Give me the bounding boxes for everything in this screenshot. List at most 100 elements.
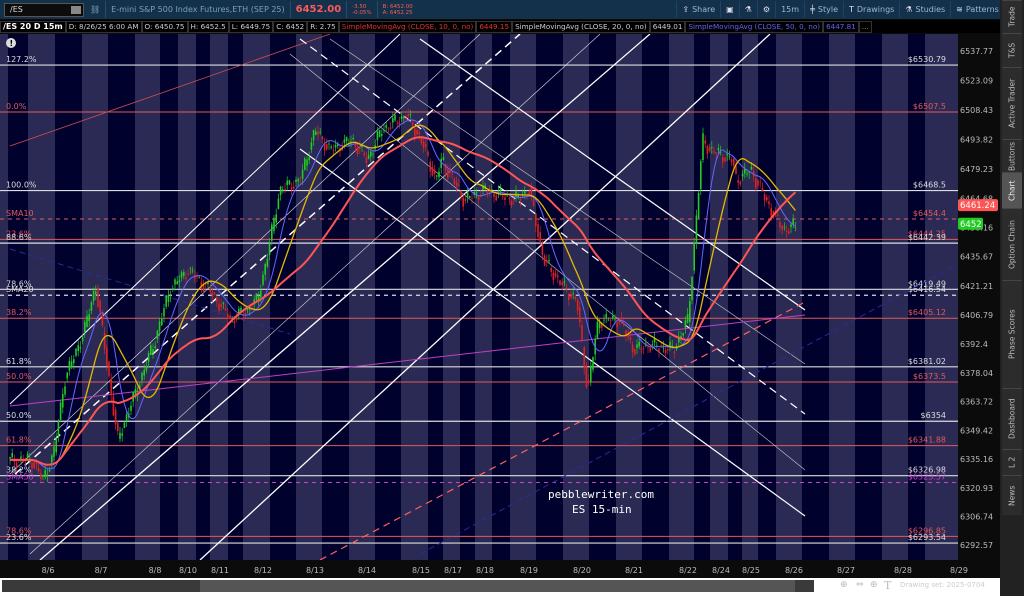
y-tick-label: 6479.23 [960, 165, 993, 174]
candle [561, 282, 563, 286]
candle [224, 308, 227, 311]
candle [266, 258, 269, 267]
candle [376, 131, 379, 141]
candle [35, 463, 38, 465]
candle [396, 122, 398, 124]
candle [306, 159, 308, 166]
price-chart[interactable]: 127.2% $6530.79 0.0% $6507.5 100.0% $6468.5 SM… [0, 34, 1000, 578]
text-t-icon[interactable]: T [884, 579, 891, 592]
tab-t-s[interactable]: T&S [1002, 33, 1022, 67]
share-button[interactable]: ⇪ Share [676, 1, 720, 18]
candle [499, 188, 502, 192]
candle [119, 432, 121, 439]
session-band [375, 34, 401, 560]
studies-button[interactable]: ⚗ Studies [899, 1, 950, 18]
candle [458, 184, 460, 186]
more-studies[interactable]: ... [858, 20, 872, 33]
symbol-selector[interactable]: /ES [4, 2, 84, 17]
candle [288, 180, 291, 185]
gear-icon: ⚙ [762, 5, 771, 14]
candle [191, 270, 194, 272]
candle [244, 313, 247, 315]
candle [409, 114, 412, 116]
candle [297, 178, 299, 182]
candle [414, 128, 416, 137]
tab-trade[interactable]: Trade [1002, 0, 1022, 33]
symbol-description: E-mini S&P 500 Index Futures,ETH (SEP 25… [111, 5, 285, 14]
drawings-button[interactable]: T Drawings [842, 1, 899, 18]
candle [317, 131, 319, 135]
level-left-label: 61.8% [6, 357, 32, 366]
level-right-label: $6381.02 [908, 357, 946, 366]
session-band [855, 34, 882, 560]
tab-option-chain[interactable]: Option Chain [1002, 208, 1022, 280]
candle [418, 132, 420, 135]
candle [202, 285, 205, 292]
level-left-label: 100.0% [6, 181, 37, 190]
candle [282, 189, 284, 191]
x-tick-label: 8/20 [573, 566, 591, 575]
tab-buttons[interactable]: Buttons [1002, 139, 1022, 172]
y-tick-label: 6537.77 [960, 47, 993, 56]
candle [477, 196, 480, 200]
zoom-icon[interactable]: ⊕ [840, 580, 848, 590]
x-tick-label: 8/29 [950, 566, 968, 575]
tab-news[interactable]: News [1002, 475, 1022, 515]
gear-button[interactable]: ⚙ [756, 1, 775, 18]
candle [77, 345, 79, 352]
candle [682, 333, 684, 336]
chevron-down-icon[interactable] [71, 5, 81, 14]
candle [308, 157, 310, 161]
candle [392, 118, 394, 123]
level-right-label: $6405.12 [908, 308, 946, 317]
candle [640, 348, 643, 350]
crosshair-icon[interactable]: ⊕ [870, 580, 878, 590]
candle [642, 348, 645, 350]
candle [227, 313, 229, 320]
session-band [475, 34, 492, 560]
candle [365, 157, 368, 163]
tab-l-2[interactable]: L 2 [1002, 449, 1022, 475]
candle [455, 182, 458, 187]
candle [46, 474, 49, 477]
candle [598, 322, 601, 328]
tab-active-trader[interactable]: Active Trader [1002, 67, 1022, 139]
candle [770, 208, 772, 216]
candle [44, 470, 46, 478]
candle [706, 146, 709, 154]
candle [425, 144, 427, 147]
candle [383, 130, 385, 132]
level-left-label: 0.0% [6, 102, 27, 111]
candle [429, 161, 431, 172]
pan-icon[interactable]: ⇔ [856, 580, 864, 590]
drawing-set[interactable]: Drawing set: 2025-0704 [900, 581, 985, 589]
candle [596, 321, 599, 339]
link-icon[interactable]: ⛓ [90, 5, 100, 14]
patterns-button[interactable]: ≋ Patterns [950, 1, 1004, 18]
tab-phase-scores[interactable]: Phase Scores [1002, 280, 1022, 388]
horizontal-scrollbar[interactable] [2, 580, 814, 592]
candle [451, 172, 453, 175]
candle [568, 293, 570, 301]
candle [48, 470, 51, 472]
style-button[interactable]: ╪ Style [804, 1, 843, 18]
tab-chart[interactable]: Chart [1002, 172, 1022, 208]
candle [603, 319, 605, 321]
alert-button[interactable]: ▣ [720, 1, 739, 18]
candle [609, 320, 612, 322]
y-tick-label: 6349.42 [960, 426, 993, 435]
candle [293, 186, 295, 189]
15m-button[interactable]: 15m [775, 1, 804, 18]
candle [275, 214, 277, 223]
tab-dashboard[interactable]: Dashboard [1002, 388, 1022, 449]
session-band [270, 34, 296, 560]
candle [662, 346, 665, 348]
scrollbar-thumb[interactable] [200, 580, 795, 592]
candle [262, 274, 264, 285]
level-right-label: $6323.57 [908, 473, 946, 482]
candle [785, 230, 788, 233]
candle [345, 136, 348, 142]
flask-button[interactable]: ⚗ [738, 1, 757, 18]
candle [768, 201, 770, 205]
price-axis[interactable] [958, 34, 1000, 578]
